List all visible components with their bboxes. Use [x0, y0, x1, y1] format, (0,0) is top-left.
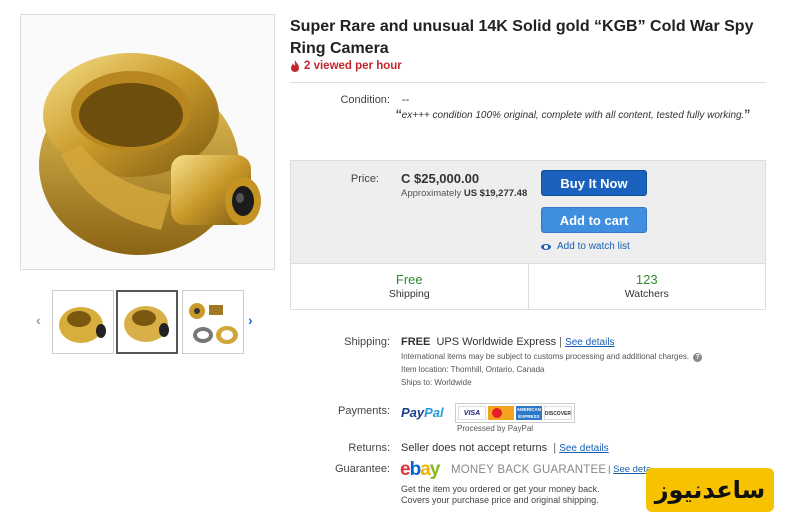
guarantee-note-line2: Covers your purchase price and original …: [401, 495, 599, 505]
guarantee-see-details[interactable]: | See deta: [608, 464, 651, 475]
condition-description: ex+++ condition 100% original, complete …: [401, 110, 745, 121]
separator-pipe: |: [608, 464, 611, 475]
discover-icon: DISCOVER: [543, 406, 572, 420]
gold-ring-image: [21, 15, 274, 269]
card-logos: VISA AMERICAN EXPRESS DISCOVER: [455, 403, 575, 423]
shipping-stat-value: Free: [395, 272, 423, 287]
ring-thumb-image: [124, 306, 169, 342]
buy-it-now-button[interactable]: Buy It Now: [541, 170, 647, 196]
separator-pipe: |: [559, 336, 563, 348]
shipping-service: UPS Worldwide Express: [436, 336, 557, 348]
price-approx: Approximately US $19,277.48: [401, 188, 527, 199]
shipping-free: FREE: [401, 336, 431, 348]
condition-label: Condition:: [340, 94, 390, 106]
mastercard-icon: [487, 406, 514, 420]
ebay-logo: ebay: [400, 459, 441, 481]
separator-pipe: |: [550, 442, 557, 454]
ships-to: Ships to: Worldwide: [401, 378, 472, 387]
visa-icon: VISA: [458, 406, 486, 420]
money-back-guarantee: MONEY BACK GUARANTEE: [451, 464, 607, 476]
guarantee-note: Get the item you ordered or get your mon…: [401, 484, 600, 506]
processed-by-paypal: Processed by PayPal: [457, 424, 534, 433]
eye-icon: [541, 243, 551, 250]
thumbnail-2[interactable]: [116, 290, 178, 354]
shipping-see-details-link[interactable]: See details: [565, 337, 614, 348]
price-label: Price:: [350, 173, 379, 185]
watchers-stat-label: Watchers: [624, 288, 669, 300]
divider: [290, 82, 766, 83]
watchers-stat-value: 123: [635, 272, 658, 287]
chevron-left-icon[interactable]: ‹: [36, 312, 41, 328]
shipping-summary: FREE UPS Worldwide Express | See details: [401, 336, 615, 348]
ebay-logo-b: b: [409, 459, 422, 480]
ring-parts-thumb-image: [189, 303, 238, 344]
payments-label: Payments:: [338, 405, 390, 417]
site-watermark-logo: ساعدنیوز: [646, 468, 774, 512]
item-location: Item location: Thornhill, Ontario, Canad…: [401, 365, 545, 374]
close-quote-mark: ”: [744, 106, 751, 125]
paypal-logo-pay: Pay: [401, 405, 425, 420]
approx-prefix: Approximately: [401, 188, 462, 199]
condition-value: --: [402, 94, 410, 106]
shipping-label: Shipping:: [344, 336, 390, 348]
amex-icon: AMERICAN EXPRESS: [515, 406, 542, 420]
thumbnail-3[interactable]: [182, 290, 244, 354]
guarantee-note-line1: Get the item you ordered or get your mon…: [401, 484, 600, 494]
price-value: C $25,000.00: [401, 171, 480, 186]
viewed-per-hour: 2 viewed per hour: [290, 60, 402, 72]
returns-value: Seller does not accept returns: [401, 442, 548, 454]
help-icon[interactable]: ?: [693, 353, 703, 362]
ring-thumb-image: [59, 307, 106, 343]
shipping-stat: Free Shipping: [291, 264, 528, 309]
paypal-logo-pal: Pal: [424, 405, 444, 420]
main-product-photo[interactable]: [20, 14, 275, 270]
stats-bar: Free Shipping 123 Watchers: [291, 263, 765, 309]
ebay-logo-e: e: [400, 459, 411, 480]
ebay-logo-a: a: [420, 459, 431, 480]
viewed-text: 2 viewed per hour: [304, 60, 402, 72]
shipping-note-customs: International items may be subject to cu…: [401, 352, 703, 362]
ebay-logo-y: y: [429, 459, 441, 480]
add-to-cart-button[interactable]: Add to cart: [541, 207, 647, 233]
price-box: Price: C $25,000.00 Approximately US $19…: [290, 160, 766, 310]
paypal-logo: PayPal: [401, 405, 444, 420]
guarantee-label: Guarantee:: [334, 463, 390, 475]
add-to-watch-list-link[interactable]: Add to watch list: [541, 241, 630, 252]
thumbnail-1[interactable]: [52, 290, 114, 354]
chevron-right-icon[interactable]: ›: [248, 312, 253, 328]
watchers-stat: 123 Watchers: [527, 264, 766, 309]
flame-icon: [291, 60, 299, 72]
approx-value: US $19,277.48: [463, 188, 528, 199]
customs-note: International items may be subject to cu…: [401, 352, 690, 361]
shipping-stat-label: Shipping: [388, 288, 430, 300]
listing-title: Super Rare and unusual 14K Solid gold “K…: [290, 18, 754, 57]
thumbnail-strip: ‹ ›: [34, 290, 264, 354]
watch-list-label: Add to watch list: [557, 241, 630, 252]
returns-summary: Seller does not accept returns | See det…: [401, 442, 609, 454]
returns-see-details-link[interactable]: See details: [559, 443, 608, 454]
condition-quote: “ex+++ condition 100% original, complete…: [396, 106, 756, 125]
returns-label: Returns:: [348, 442, 390, 454]
